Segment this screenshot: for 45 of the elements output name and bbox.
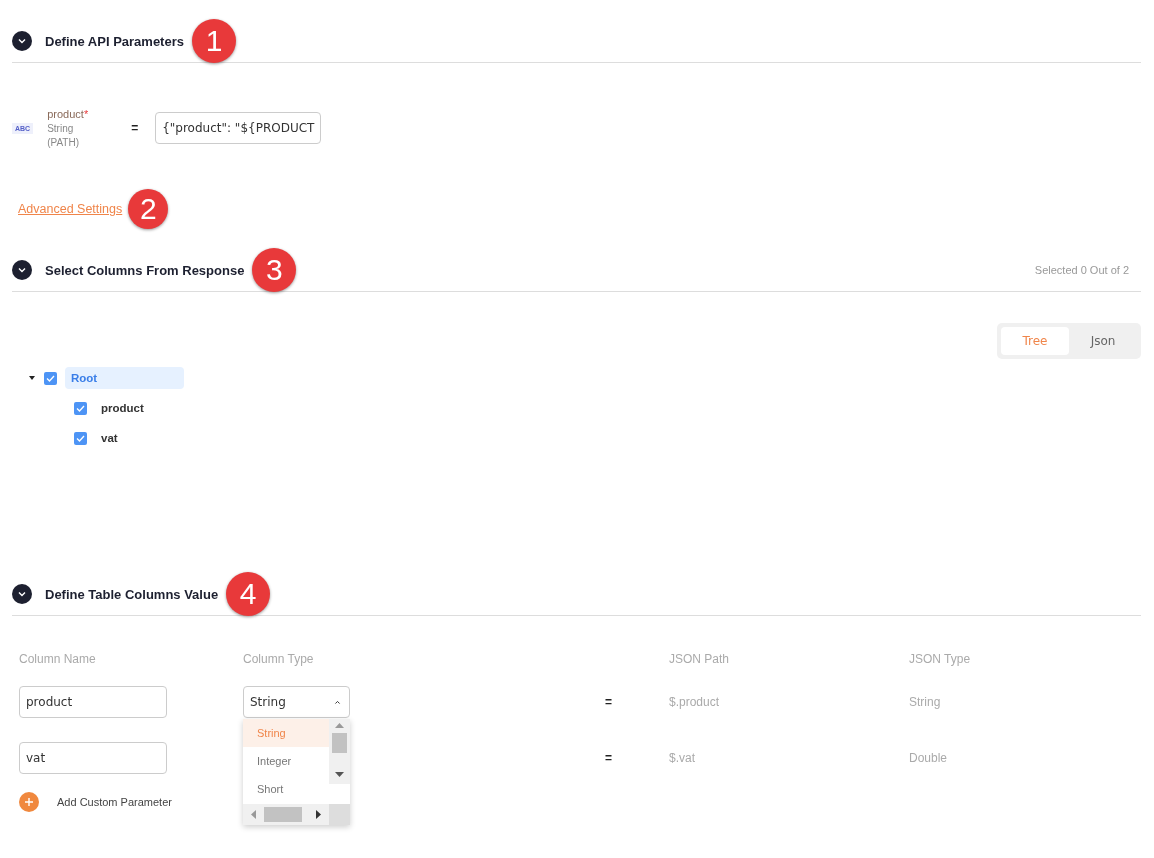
json-path: $.product	[669, 695, 720, 709]
checkbox[interactable]	[44, 371, 57, 385]
column-type-select[interactable]: String	[243, 686, 350, 718]
column-header: JSON Path	[669, 651, 731, 668]
dropdown-option[interactable]: Short	[243, 775, 329, 803]
chevron-icon	[17, 36, 27, 46]
collapse-toggle[interactable]	[12, 260, 32, 280]
equals-sign: =	[604, 751, 612, 765]
add-icon[interactable]	[19, 792, 39, 812]
column-header: Column Name	[19, 651, 97, 668]
json-type: String	[909, 695, 941, 709]
value-field[interactable]: {"product": "${PRODUCT	[155, 112, 322, 144]
parameter-location: (PATH)	[47, 137, 81, 148]
column-name-field[interactable]: vat	[19, 742, 167, 774]
chevron-icon	[17, 589, 27, 599]
caret-icon[interactable]	[28, 374, 36, 382]
callout-number: 2	[128, 189, 169, 229]
tree-item[interactable]: vat	[95, 427, 124, 449]
parameter-type: String	[47, 123, 75, 134]
callout-number: 1	[192, 19, 236, 63]
collapse-toggle[interactable]	[12, 584, 32, 604]
callout-number: 3	[252, 248, 297, 292]
column-header: Column Type	[243, 651, 315, 668]
view-tab[interactable]: Json	[1069, 327, 1137, 355]
checkbox[interactable]	[74, 431, 87, 445]
scrollbar-corner	[329, 804, 350, 825]
json-type: Double	[909, 751, 948, 765]
parameter-name: product*	[47, 108, 90, 120]
column-header: JSON Type	[909, 651, 972, 668]
callout-number: 4	[226, 572, 271, 616]
selection-summary: Selected 0 Out of 2	[1034, 264, 1129, 276]
equals-sign: =	[131, 121, 140, 135]
add-custom-parameter-button[interactable]: Add Custom Parameter	[57, 796, 172, 808]
section-title: Define Table Columns Value	[45, 586, 219, 602]
equals-sign: =	[604, 695, 612, 709]
column-name-field[interactable]: product	[19, 686, 167, 718]
section-title: Select Columns From Response	[45, 262, 245, 278]
chevron-icon	[332, 698, 343, 706]
checkbox[interactable]	[74, 401, 87, 415]
collapse-toggle[interactable]	[12, 31, 32, 51]
tree-item[interactable]: product	[95, 397, 150, 419]
dropdown-option[interactable]: Integer	[243, 747, 329, 775]
section-title: Define API Parameters	[45, 33, 184, 49]
chevron-icon	[17, 265, 27, 275]
json-path: $.vat	[669, 751, 695, 765]
